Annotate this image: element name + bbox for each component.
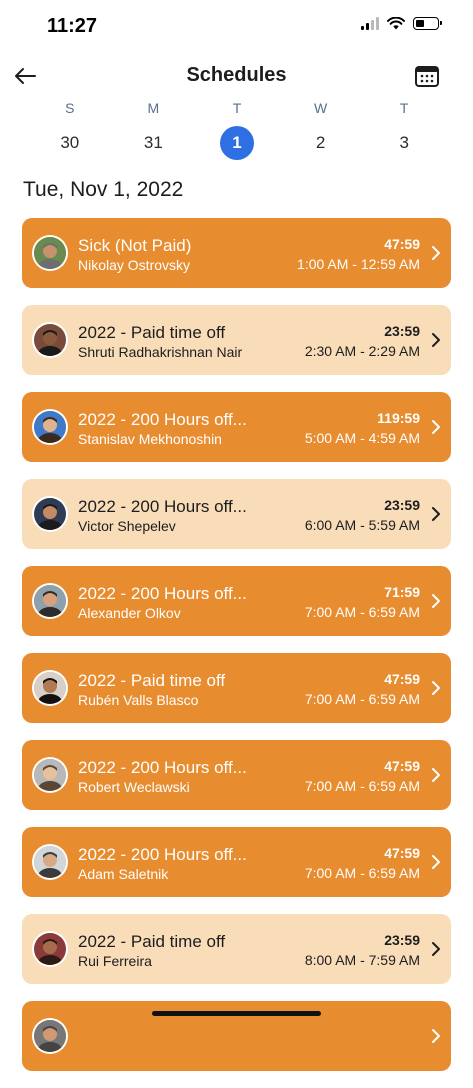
leave-type: 2022 - 200 Hours off... — [78, 758, 247, 777]
chevron-right-icon — [432, 942, 440, 956]
time-range: 7:00 AM - 6:59 AM — [304, 691, 420, 707]
home-indicator — [152, 1011, 321, 1016]
status-bar: 11:27 — [0, 0, 473, 54]
chevron-right-icon — [432, 681, 440, 695]
employee-name: Shruti Radhakrishnan Nair — [78, 344, 243, 360]
chevron-right-icon — [432, 507, 440, 521]
leave-type: 2022 - Paid time off — [78, 671, 226, 690]
wifi-icon — [387, 17, 405, 30]
duration: 47:59 — [384, 758, 420, 774]
selected-day-number: 1 — [219, 126, 254, 160]
employee-name: Rui Ferreira — [78, 953, 152, 969]
time-range: 2:30 AM - 2:29 AM — [304, 343, 420, 359]
duration: 71:59 — [384, 584, 420, 600]
status-time: 11:27 — [47, 15, 98, 37]
day-tue-1[interactable]: T 1 — [195, 100, 279, 160]
employee-name: Nikolay Ostrovsky — [78, 257, 191, 273]
avatar — [34, 846, 66, 878]
schedule-card[interactable]: 2022 - 200 Hours off... Adam Saletnik 47:5… — [22, 827, 451, 897]
duration: 23:59 — [384, 497, 420, 513]
day-number: 3 — [399, 133, 409, 152]
avatar — [34, 324, 66, 356]
schedule-card[interactable]: 2022 - Paid time off Shruti Radhakrishnan… — [22, 305, 451, 375]
schedule-card[interactable]: 2022 - 200 Hours off... Stanislav Mekhono… — [22, 392, 451, 462]
avatar — [34, 1020, 66, 1052]
duration: 47:59 — [384, 236, 420, 252]
leave-type: 2022 - 200 Hours off... — [78, 410, 247, 429]
day-of-week: M — [147, 100, 160, 116]
leave-type: Sick (Not Paid) — [78, 236, 192, 255]
avatar — [34, 672, 66, 704]
time-range: 7:00 AM - 6:59 AM — [304, 865, 420, 881]
time-range: 7:00 AM - 6:59 AM — [304, 604, 420, 620]
schedule-card[interactable]: 2022 - Paid time off Rubén Valls Blasco 47… — [22, 653, 451, 723]
battery-icon — [413, 17, 442, 30]
leave-type: 2022 - 200 Hours off... — [78, 845, 247, 864]
duration: 47:59 — [384, 671, 420, 687]
avatar — [34, 237, 66, 269]
chevron-right-icon — [432, 246, 440, 260]
schedule-card[interactable]: Sick (Not Paid) Nikolay Ostrovsky 47:59 1:0… — [22, 218, 451, 288]
leave-type: 2022 - 200 Hours off... — [78, 584, 247, 603]
chevron-right-icon — [432, 855, 440, 869]
avatar — [34, 759, 66, 791]
calendar-icon — [415, 66, 439, 87]
avatar — [34, 411, 66, 443]
avatar — [34, 585, 66, 617]
time-range: 7:00 AM - 6:59 AM — [304, 778, 420, 794]
time-range: 1:00 AM - 12:59 AM — [297, 256, 420, 272]
day-of-week: T — [399, 100, 409, 116]
system-icons — [361, 17, 442, 30]
leave-type: 2022 - Paid time off — [78, 932, 226, 951]
chevron-right-icon — [432, 1029, 440, 1043]
calendar-button[interactable] — [414, 63, 440, 89]
schedule-card[interactable]: 2022 - 200 Hours off... Alexander Olkov 71… — [22, 566, 451, 636]
chevron-right-icon — [432, 420, 440, 434]
employee-name: Alexander Olkov — [78, 605, 181, 621]
day-of-week: T — [232, 100, 242, 116]
employee-name: Adam Saletnik — [78, 866, 169, 882]
day-sun-30[interactable]: S 30 — [28, 100, 112, 160]
schedule-list: Sick (Not Paid) Nikolay Ostrovsky 47:59 1:0… — [22, 218, 451, 1088]
date-heading: Tue, Nov 1, 2022 — [23, 178, 184, 201]
week-strip: S 30 M 31 T 1 W 2 T 3 — [28, 100, 446, 160]
day-thu-3[interactable]: T 3 — [362, 100, 446, 160]
nav-bar: Schedules — [0, 54, 473, 98]
day-of-week: S — [65, 100, 75, 116]
day-number: 31 — [143, 133, 163, 152]
schedule-card[interactable]: 2022 - 200 Hours off... Victor Shepelev 23… — [22, 479, 451, 549]
day-wed-2[interactable]: W 2 — [279, 100, 363, 160]
avatar — [34, 498, 66, 530]
leave-type: 2022 - 200 Hours off... — [78, 497, 247, 516]
day-of-week: W — [313, 100, 328, 116]
day-number: 2 — [315, 133, 326, 152]
day-mon-31[interactable]: M 31 — [112, 100, 196, 160]
duration: 23:59 — [384, 323, 420, 339]
avatar — [34, 933, 66, 965]
employee-name: Rubén Valls Blasco — [78, 692, 199, 708]
cellular-signal-icon — [361, 17, 379, 30]
page-title: Schedules — [186, 64, 287, 86]
employee-name: Victor Shepelev — [78, 518, 176, 534]
time-range: 8:00 AM - 7:59 AM — [304, 952, 420, 968]
duration: 119:59 — [377, 410, 420, 426]
time-range: 6:00 AM - 5:59 AM — [304, 517, 420, 533]
schedule-card[interactable]: 2022 - 200 Hours off... Robert Weclawski 4… — [22, 740, 451, 810]
schedule-card[interactable]: 2022 - Paid time off Rui Ferreira 23:59 8:0… — [22, 914, 451, 984]
time-range: 5:00 AM - 4:59 AM — [304, 430, 420, 446]
employee-name: Robert Weclawski — [78, 779, 190, 795]
leave-type: 2022 - Paid time off — [78, 323, 226, 342]
chevron-right-icon — [432, 594, 440, 608]
duration: 23:59 — [384, 932, 420, 948]
chevron-right-icon — [432, 333, 440, 347]
duration: 47:59 — [384, 845, 420, 861]
chevron-right-icon — [432, 768, 440, 782]
employee-name: Stanislav Mekhonoshin — [78, 431, 222, 447]
day-number: 30 — [60, 133, 80, 152]
